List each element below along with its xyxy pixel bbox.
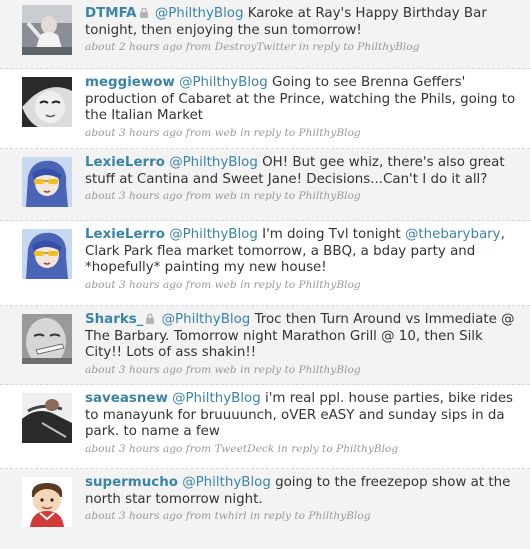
tweet-item: meggiewow @PhilthyBlog Going to see Bren… [0, 69, 530, 149]
username-link[interactable]: saveasnew [85, 391, 168, 406]
in-reply-to-link[interactable]: PhilthyBlog [299, 279, 361, 291]
source-link[interactable]: TweetDeck [215, 443, 275, 455]
avatar[interactable] [22, 477, 72, 527]
tweet-meta: about 2 hours ago from DestroyTwitter in… [85, 41, 420, 53]
tweet-text-part: I'm doing Tvl tonight [257, 227, 405, 242]
mention-link[interactable]: @PhilthyBlog [172, 391, 261, 406]
in-reply-to-link[interactable]: PhilthyBlog [308, 510, 370, 522]
lock-icon [145, 313, 155, 324]
source-link[interactable]: web [215, 279, 237, 291]
avatar[interactable] [22, 77, 72, 127]
tweet-meta: about 3 hours ago from web in reply to P… [85, 126, 361, 139]
timestamp-link[interactable]: about 3 hours ago [85, 190, 182, 202]
tweet-item: Sharks_ @PhilthyBlog Troc then Turn Arou… [0, 306, 530, 385]
avatar[interactable] [22, 229, 72, 279]
source-link[interactable]: DestroyTwitter [215, 41, 296, 53]
source-link[interactable]: twhirl [215, 510, 247, 522]
username-link[interactable]: DTMFA [85, 6, 137, 21]
mention-link[interactable]: @PhilthyBlog [155, 6, 244, 21]
mention-link[interactable]: @PhilthyBlog [162, 312, 251, 327]
username-link[interactable]: Sharks_ [85, 312, 143, 327]
avatar[interactable] [22, 314, 72, 364]
timestamp-link[interactable]: about 3 hours ago [85, 510, 182, 522]
avatar[interactable] [22, 157, 72, 207]
tweet-meta: about 3 hours ago from web in reply to P… [85, 363, 361, 376]
username-link[interactable]: LexieLerro [85, 155, 165, 170]
in-reply-to-link[interactable]: PhilthyBlog [299, 364, 361, 376]
source-link[interactable]: web [215, 127, 237, 139]
tweet-meta: about 3 hours ago from TweetDeck in repl… [85, 442, 399, 455]
tweet-meta: about 3 hours ago from twhirl in reply t… [85, 510, 371, 522]
source-link[interactable]: web [215, 190, 237, 202]
timestamp-link[interactable]: about 2 hours ago [85, 41, 182, 53]
tweet-item: saveasnew @PhilthyBlog i'm real ppl. hou… [0, 385, 530, 469]
tweet-item: DTMFA @PhilthyBlog Karoke at Ray's Happy… [0, 0, 530, 69]
tweet-item: LexieLerro @PhilthyBlog I'm doing Tvl to… [0, 221, 530, 306]
timeline: DTMFA @PhilthyBlog Karoke at Ray's Happy… [0, 0, 530, 549]
in-reply-to-link[interactable]: PhilthyBlog [336, 443, 398, 455]
tweet-item: supermucho @PhilthyBlog going to the fre… [0, 469, 530, 549]
timestamp-link[interactable]: about 3 hours ago [85, 279, 182, 291]
username-link[interactable]: LexieLerro [85, 227, 165, 242]
mention-link[interactable]: @PhilthyBlog [179, 75, 268, 90]
timestamp-link[interactable]: about 3 hours ago [85, 364, 182, 376]
in-reply-to-link[interactable]: PhilthyBlog [299, 127, 361, 139]
timestamp-link[interactable]: about 3 hours ago [85, 127, 182, 139]
avatar[interactable] [22, 393, 72, 443]
timestamp-link[interactable]: about 3 hours ago [85, 443, 182, 455]
mention-link[interactable]: @thebarybary [405, 227, 501, 242]
lock-icon [139, 7, 149, 18]
source-link[interactable]: web [215, 364, 237, 376]
mention-link[interactable]: @PhilthyBlog [169, 227, 258, 242]
mention-link[interactable]: @PhilthyBlog [169, 155, 258, 170]
tweet-meta: about 3 hours ago from web in reply to P… [85, 278, 361, 291]
mention-link[interactable]: @PhilthyBlog [182, 475, 271, 490]
username-link[interactable]: supermucho [85, 475, 178, 490]
avatar[interactable] [22, 5, 72, 55]
in-reply-to-link[interactable]: PhilthyBlog [357, 41, 419, 53]
tweet-item: LexieLerro @PhilthyBlog OH! But gee whiz… [0, 149, 530, 221]
tweet-meta: about 3 hours ago from web in reply to P… [85, 190, 361, 202]
in-reply-to-link[interactable]: PhilthyBlog [299, 190, 361, 202]
username-link[interactable]: meggiewow [85, 75, 175, 90]
